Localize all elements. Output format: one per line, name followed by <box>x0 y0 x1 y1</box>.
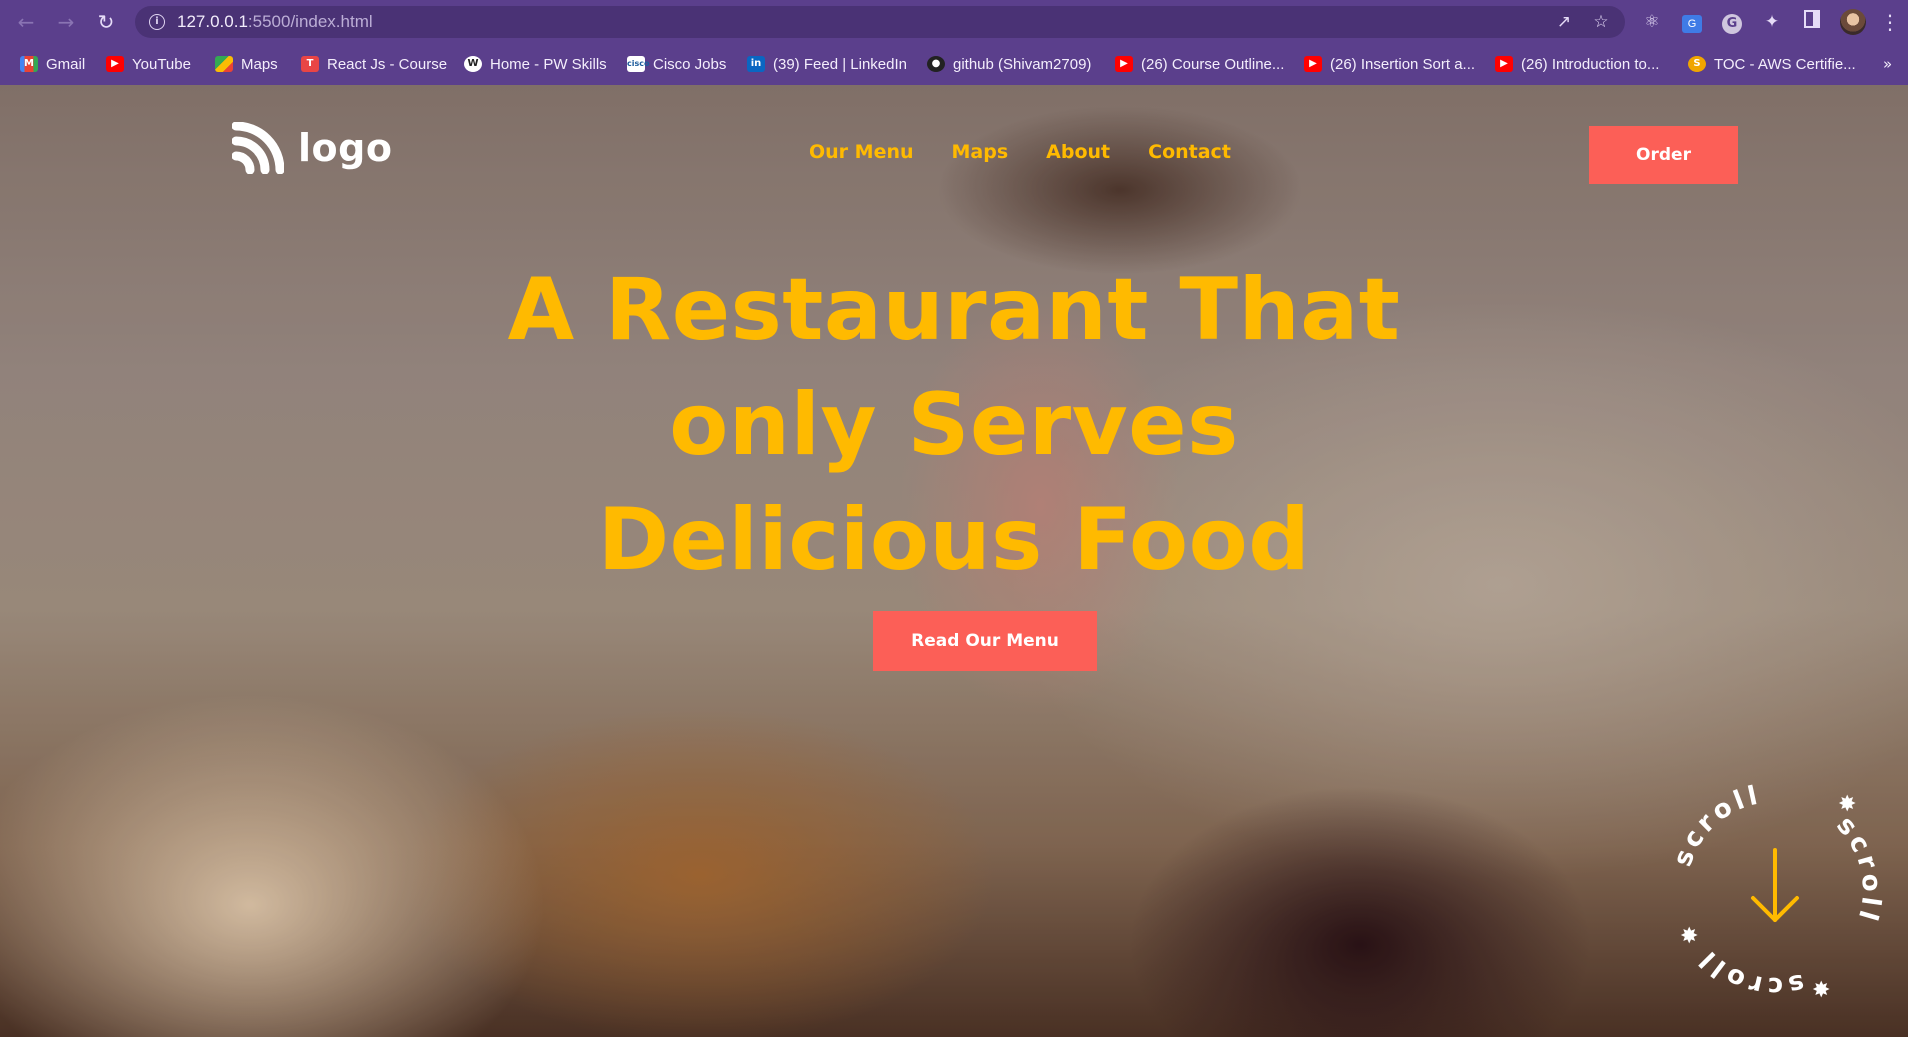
kebab-menu-icon[interactable]: ⋮ <box>1880 10 1900 34</box>
headline-line-1: A Restaurant That <box>507 260 1401 360</box>
nav-our-menu[interactable]: Our Menu <box>809 141 914 163</box>
bookmark-label: (26) Course Outline... <box>1141 55 1285 73</box>
bookmark-item[interactable]: S TOC - AWS Certifie... <box>1688 52 1856 76</box>
url-text[interactable]: 127.0.0.1:5500/index.html <box>177 12 373 32</box>
pw-skills-icon: W <box>464 56 482 72</box>
scroll-word-2: scroll <box>1830 811 1882 928</box>
browser-toolbar: ← → ↻ i 127.0.0.1:5500/index.html ↗ ☆ ⚛ … <box>0 0 1908 44</box>
github-icon: ● <box>927 56 945 72</box>
grammarly-extension-icon[interactable]: G <box>1720 10 1744 34</box>
scroll-ring-text: scroll <box>1692 942 1807 1001</box>
bookmark-label: Maps <box>241 55 278 73</box>
forward-arrow-icon[interactable]: → <box>54 10 78 34</box>
sparkle-icon: ✸ <box>1680 924 1698 949</box>
back-arrow-icon[interactable]: ← <box>14 10 38 34</box>
browser-chrome: ← → ↻ i 127.0.0.1:5500/index.html ↗ ☆ ⚛ … <box>0 0 1908 85</box>
bookmark-label: Home - PW Skills <box>490 55 607 73</box>
bookmarks-bar: M Gmail ▶ YouTube Maps T React Js - Course … <box>0 48 1908 80</box>
youtube-icon: ▶ <box>106 56 124 72</box>
main-nav: Our Menu Maps About Contact <box>809 141 1231 163</box>
react-devtools-extension-icon[interactable]: ⚛ <box>1640 10 1664 34</box>
scroll-badge[interactable]: scroll scroll scroll ✸ ✸ ✸ <box>1660 775 1890 1005</box>
scroll-ring-text: scroll <box>1668 780 1764 870</box>
bookmark-star-icon[interactable]: ☆ <box>1590 11 1612 33</box>
bookmark-item[interactable]: T React Js - Course <box>301 52 447 76</box>
site-logo[interactable]: logo <box>232 122 392 174</box>
scroll-word-1: scroll <box>1668 780 1760 870</box>
sparkle-icon: ✸ <box>1812 978 1830 1003</box>
react-course-icon: T <box>301 56 319 72</box>
profile-avatar[interactable] <box>1840 9 1866 35</box>
youtube-icon: ▶ <box>1495 56 1513 72</box>
address-bar[interactable]: i 127.0.0.1:5500/index.html ↗ ☆ <box>135 6 1625 38</box>
bookmark-label: (39) Feed | LinkedIn <box>773 55 907 73</box>
scroll-word-3: scroll <box>1692 942 1803 1001</box>
nav-about[interactable]: About <box>1046 141 1110 163</box>
read-our-menu-button[interactable]: Read Our Menu <box>873 611 1097 671</box>
url-path: :5500/index.html <box>247 12 373 31</box>
bookmark-item[interactable]: ▶ (26) Course Outline... <box>1115 52 1284 76</box>
bookmark-label: github (Shivam2709) <box>953 55 1092 73</box>
bookmark-label: Gmail <box>46 55 86 73</box>
bookmark-label: (26) Insertion Sort a... <box>1330 55 1476 73</box>
scroll-ring-text: scroll <box>1830 811 1886 928</box>
nav-maps[interactable]: Maps <box>952 141 1009 163</box>
bookmark-item[interactable]: cisco Cisco Jobs <box>627 52 726 76</box>
bookmark-item[interactable]: Maps <box>215 52 278 76</box>
translate-extension-icon[interactable]: G <box>1680 10 1704 34</box>
site-info-icon[interactable]: i <box>149 14 165 30</box>
bookmark-label: Cisco Jobs <box>653 55 727 73</box>
bookmark-item[interactable]: ▶ (26) Insertion Sort a... <box>1304 52 1475 76</box>
bookmark-label: React Js - Course <box>327 55 448 73</box>
linkedin-icon: in <box>747 56 765 72</box>
reload-icon[interactable]: ↻ <box>94 10 118 34</box>
youtube-icon: ▶ <box>1115 56 1133 72</box>
gmail-icon: M <box>20 56 38 72</box>
restaurant-hero: logo Our Menu Maps About Contact Order A… <box>0 85 1908 1037</box>
bookmark-label: TOC - AWS Certifie... <box>1714 55 1856 73</box>
nav-contact[interactable]: Contact <box>1148 141 1231 163</box>
sparkle-icon: ✸ <box>1838 792 1856 817</box>
down-arrow-icon <box>1751 848 1799 922</box>
side-panel-icon[interactable] <box>1800 10 1824 34</box>
order-button[interactable]: Order <box>1589 126 1738 184</box>
cisco-icon: cisco <box>627 56 649 72</box>
extensions-puzzle-icon[interactable]: ✦ <box>1760 10 1784 34</box>
headline-line-3: Delicious Food <box>597 490 1311 590</box>
bookmark-item[interactable]: ▶ YouTube <box>106 52 191 76</box>
bookmarks-overflow-button[interactable]: » <box>1883 52 1892 76</box>
s-icon: S <box>1688 56 1706 72</box>
bookmark-label: (26) Introduction to... <box>1521 55 1660 73</box>
maps-icon <box>215 56 233 72</box>
bookmark-item[interactable]: M Gmail <box>20 52 85 76</box>
headline-line-2: only Serves <box>669 375 1239 475</box>
bookmark-item[interactable]: in (39) Feed | LinkedIn <box>747 52 907 76</box>
bookmark-label: YouTube <box>132 55 191 73</box>
logo-text: logo <box>298 126 393 170</box>
bookmark-item[interactable]: ▶ (26) Introduction to... <box>1495 52 1659 76</box>
youtube-icon: ▶ <box>1304 56 1322 72</box>
bookmark-item[interactable]: W Home - PW Skills <box>464 52 607 76</box>
bookmark-item[interactable]: ● github (Shivam2709) <box>927 52 1091 76</box>
url-host: 127.0.0.1 <box>177 12 248 31</box>
hero-headline: A Restaurant That only Serves Delicious … <box>454 253 1454 598</box>
share-icon[interactable]: ↗ <box>1553 11 1575 33</box>
logo-rss-icon <box>232 122 284 174</box>
